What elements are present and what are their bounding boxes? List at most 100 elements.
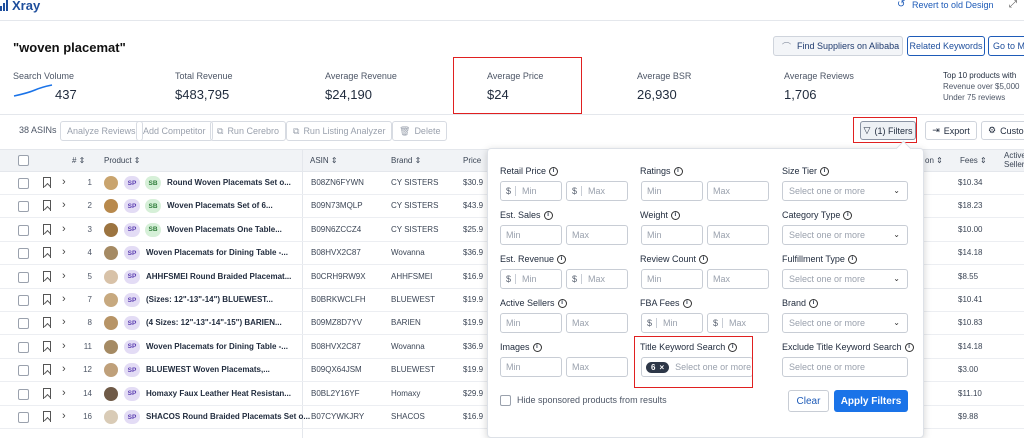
- row-checkbox[interactable]: [18, 248, 29, 260]
- review-count-min-input[interactable]: Min: [641, 269, 703, 289]
- add-competitor-button[interactable]: Add Competitor: [136, 121, 213, 141]
- est-sales-min-input[interactable]: Min: [500, 225, 562, 245]
- related-keywords-button[interactable]: Related Keywords: [907, 36, 985, 56]
- col-asin[interactable]: ASIN ⇕: [310, 156, 338, 165]
- retail-price-max-input[interactable]: $ Max: [566, 181, 628, 201]
- export-button[interactable]: ⇥ Export: [925, 121, 977, 140]
- exclude-title-keyword-input[interactable]: Select one or more: [782, 357, 908, 377]
- brand-cell: Wovanna: [391, 341, 425, 351]
- bar-chart-icon: [0, 0, 8, 11]
- fba-fees-max-input[interactable]: $ Max: [707, 313, 769, 333]
- review-count-max-input[interactable]: Max: [707, 269, 769, 289]
- chevron-right-icon[interactable]: ›: [62, 270, 66, 282]
- bookmark-icon[interactable]: [43, 294, 51, 305]
- images-min-input[interactable]: Min: [500, 357, 562, 377]
- asin-cell: B0BL2Y16YF: [311, 388, 360, 398]
- go-to-button[interactable]: Go to M: [988, 36, 1024, 56]
- col-active-sellers[interactable]: ActiveSellers: [1004, 151, 1024, 169]
- bookmark-icon[interactable]: [43, 340, 51, 352]
- bookmark-icon[interactable]: [43, 387, 51, 399]
- product-title[interactable]: Round Woven Placemats Set o...: [167, 178, 291, 187]
- product-title[interactable]: Homaxy Faux Leather Heat Resistan...: [146, 389, 291, 398]
- find-suppliers-button[interactable]: ⌒ Find Suppliers on Alibaba: [773, 36, 903, 56]
- product-title[interactable]: AHHFSMEI Round Braided Placemat...: [146, 272, 291, 281]
- chevron-right-icon[interactable]: ›: [62, 316, 66, 328]
- product-title[interactable]: Woven Placemats Set of 6...: [167, 201, 273, 210]
- product-title[interactable]: (Sizes: 12"-13"-14") BLUEWEST...: [146, 295, 273, 304]
- filter-label-est-sales: Est. Sales i: [500, 210, 553, 220]
- revert-link[interactable]: Revert to old Design: [912, 0, 994, 10]
- hide-sponsored-checkbox[interactable]: [500, 395, 511, 406]
- fba-fees-min-input[interactable]: $ Min: [641, 313, 703, 333]
- images-max-input[interactable]: Max: [566, 357, 628, 377]
- select-all-checkbox[interactable]: [18, 155, 29, 166]
- row-checkbox[interactable]: [18, 318, 29, 330]
- chevron-right-icon[interactable]: ›: [62, 340, 66, 352]
- ratings-min-input[interactable]: Min: [641, 181, 703, 201]
- bookmark-icon[interactable]: [43, 200, 51, 212]
- chevron-right-icon[interactable]: ›: [62, 246, 66, 258]
- product-title[interactable]: Woven Placemats for Dining Table -...: [146, 248, 288, 257]
- col-on[interactable]: on ⇕: [925, 156, 943, 165]
- expand-icon[interactable]: ⤢: [1009, 0, 1017, 10]
- revert-icon[interactable]: ↺: [897, 0, 905, 10]
- chevron-right-icon[interactable]: ›: [62, 199, 66, 211]
- sb-badge: SB: [145, 222, 161, 237]
- est-revenue-min-input[interactable]: $ Min: [500, 269, 562, 289]
- row-checkbox[interactable]: [18, 412, 29, 423]
- run-cerebro-button[interactable]: ⧉ Run Cerebro: [210, 121, 286, 141]
- run-listing-analyzer-button[interactable]: ⧉ Run Listing Analyzer: [286, 121, 393, 141]
- bookmark-icon[interactable]: [43, 247, 51, 259]
- weight-max-input[interactable]: Max: [707, 225, 769, 245]
- row-checkbox[interactable]: [18, 224, 29, 236]
- asin-cell: B0BRKWCLFH: [311, 295, 366, 304]
- col-product[interactable]: Product ⇕: [104, 156, 141, 165]
- chevron-right-icon[interactable]: ›: [62, 410, 66, 422]
- chevron-right-icon[interactable]: ›: [62, 176, 66, 188]
- est-sales-max-input[interactable]: Max: [566, 225, 628, 245]
- customize-button[interactable]: ⚙Custom: [981, 121, 1024, 140]
- delete-button[interactable]: 🗑 Delete: [392, 121, 448, 141]
- est-revenue-max-input[interactable]: $ Max: [566, 269, 628, 289]
- product-title[interactable]: (4 Sizes: 12"-13"-14"-15") BARIEN...: [146, 318, 282, 327]
- product-title[interactable]: Woven Placemats for Dining Table -...: [146, 342, 288, 351]
- row-checkbox[interactable]: [18, 388, 29, 400]
- product-title[interactable]: BLUEWEST Woven Placemats,...: [146, 365, 270, 374]
- weight-min-input[interactable]: Min: [641, 225, 703, 245]
- product-title[interactable]: SHACOS Round Braided Placemats Set o...: [146, 412, 310, 421]
- col-num[interactable]: # ⇕: [72, 156, 85, 165]
- retail-price-min-input[interactable]: $ Min: [500, 181, 562, 201]
- col-price[interactable]: Price: [463, 156, 481, 165]
- chevron-right-icon[interactable]: ›: [62, 293, 66, 305]
- bookmark-icon[interactable]: [43, 177, 51, 188]
- size-tier-select[interactable]: Select one or more ⌄: [782, 181, 908, 201]
- row-checkbox[interactable]: [18, 271, 29, 283]
- ratings-max-input[interactable]: Max: [707, 181, 769, 201]
- col-brand[interactable]: Brand ⇕: [391, 156, 421, 165]
- row-checkbox[interactable]: [18, 178, 29, 189]
- row-checkbox[interactable]: [18, 365, 29, 377]
- chevron-right-icon[interactable]: ›: [62, 223, 66, 235]
- analyze-reviews-button[interactable]: Analyze Reviews: [60, 121, 143, 141]
- brand-cell: CY SISTERS: [391, 201, 439, 211]
- active-sellers-max-input[interactable]: Max: [566, 313, 628, 333]
- active-sellers-min-input[interactable]: Min: [500, 313, 562, 333]
- product-title[interactable]: Woven Placemats One Table...: [167, 225, 282, 234]
- bookmark-icon[interactable]: [43, 411, 51, 422]
- bookmark-icon[interactable]: [43, 270, 51, 282]
- apply-filters-button[interactable]: Apply Filters: [834, 390, 908, 412]
- brand-select[interactable]: Select one or more ⌄: [782, 313, 908, 333]
- asin-cell: B09N73MQLP: [311, 201, 363, 211]
- chevron-right-icon[interactable]: ›: [62, 363, 66, 375]
- bookmark-icon[interactable]: [43, 223, 51, 235]
- fulfillment-type-select[interactable]: Select one or more ⌄: [782, 269, 908, 289]
- row-checkbox[interactable]: [18, 295, 29, 306]
- row-checkbox[interactable]: [18, 201, 29, 213]
- chevron-right-icon[interactable]: ›: [62, 387, 66, 399]
- bookmark-icon[interactable]: [43, 317, 51, 329]
- clear-button[interactable]: Clear: [788, 390, 829, 412]
- category-type-select[interactable]: Select one or more ⌄: [782, 225, 908, 245]
- col-fees[interactable]: Fees ⇕: [960, 156, 987, 165]
- row-checkbox[interactable]: [18, 341, 29, 353]
- bookmark-icon[interactable]: [43, 364, 51, 376]
